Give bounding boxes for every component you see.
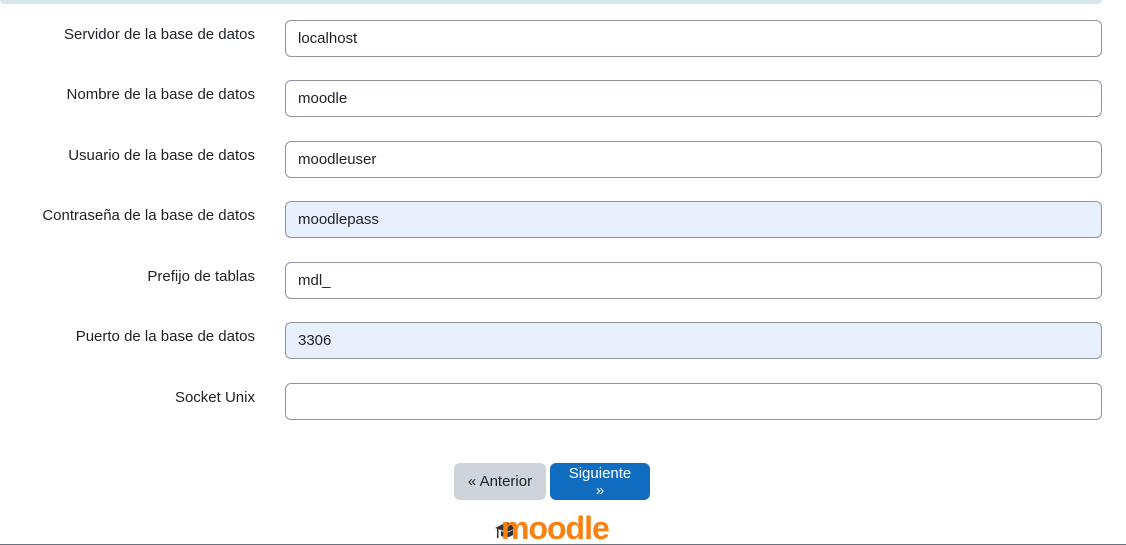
db-port-label: Puerto de la base de datos [75, 328, 255, 345]
unix-socket-label: Socket Unix [174, 389, 255, 406]
db-password-label: Contraseña de la base de datos [42, 207, 255, 224]
db-port-input[interactable] [285, 322, 1102, 359]
moodle-logo[interactable]: moodle [495, 514, 610, 545]
table-prefix-input[interactable] [285, 262, 1102, 299]
db-name-input[interactable] [285, 80, 1102, 117]
moodle-logo-wordmark: moodle [501, 514, 610, 545]
db-host-input[interactable] [285, 20, 1102, 57]
db-name-label: Nombre de la base de datos [66, 86, 255, 103]
install-db-settings-page: Servidor de la base de datos Nombre de l… [0, 0, 1126, 545]
table-prefix-label: Prefijo de tablas [147, 268, 255, 285]
db-password-input[interactable] [285, 201, 1102, 238]
form-row-db-password: Contraseña de la base de datos [0, 201, 1126, 238]
next-button[interactable]: Siguiente » [550, 463, 650, 500]
db-user-label: Usuario de la base de datos [68, 147, 255, 164]
form-row-db-port: Puerto de la base de datos [0, 322, 1126, 359]
form-row-db-user: Usuario de la base de datos [0, 141, 1126, 178]
notice-box-bottom-edge [0, 0, 1102, 4]
form-row-unix-socket: Socket Unix [0, 383, 1126, 420]
unix-socket-input[interactable] [285, 383, 1102, 420]
form-row-table-prefix: Prefijo de tablas [0, 262, 1126, 299]
db-host-label: Servidor de la base de datos [64, 26, 255, 43]
db-user-input[interactable] [285, 141, 1102, 178]
form-row-db-host: Servidor de la base de datos [0, 20, 1126, 57]
form-row-db-name: Nombre de la base de datos [0, 80, 1126, 117]
previous-button[interactable]: « Anterior [454, 463, 546, 500]
